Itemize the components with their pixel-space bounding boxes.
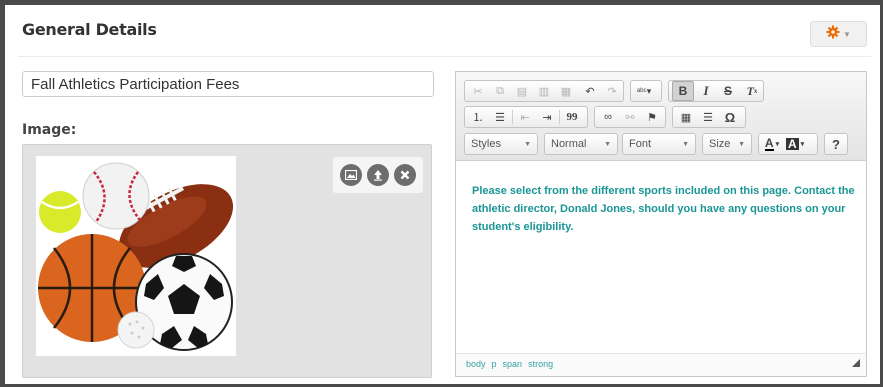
clipboard-group: ✂ ⧉ ▤ ▥ ▦ ↶ ↷ — [464, 80, 624, 102]
element-path-bar: body p span strong — [456, 353, 866, 376]
outdent-icon[interactable]: ⇤ — [515, 108, 535, 126]
unlink-icon[interactable]: ⚯ — [620, 108, 640, 126]
format-combo-label: Normal — [551, 138, 587, 150]
table-icon[interactable]: ▦ — [676, 108, 696, 126]
editor-content[interactable]: Please select from the different sports … — [472, 182, 857, 236]
bg-color-label: A — [786, 137, 799, 151]
separator — [559, 110, 560, 124]
chevron-down-icon: ▼ — [604, 140, 611, 148]
size-combo[interactable]: Size ▼ — [702, 133, 752, 155]
format-combo[interactable]: Normal ▼ — [544, 133, 618, 155]
insert-group: ▦ ☰ Ω — [672, 106, 746, 128]
indent-icon[interactable]: ⇥ — [537, 108, 557, 126]
title-input[interactable] — [22, 71, 434, 97]
gear-icon — [826, 25, 840, 44]
rich-text-editor[interactable]: ✂ ⧉ ▤ ▥ ▦ ↶ ↷ ᵃᵇᶜ▾ B I S Tx ⒈ ☰ ⇤ ⇥ 99 ∞… — [455, 71, 867, 377]
remove-format-icon[interactable]: Tx — [742, 82, 762, 100]
path-item[interactable]: span — [503, 359, 523, 369]
blockquote-icon[interactable]: 99 — [562, 108, 582, 126]
styles-combo[interactable]: Styles ▼ — [464, 133, 538, 155]
image-dropzone[interactable] — [22, 144, 432, 378]
sports-balls-image — [36, 156, 236, 356]
copy-icon[interactable]: ⧉ — [490, 82, 510, 100]
italic-button[interactable]: I — [696, 82, 716, 100]
window-frame-left — [0, 0, 5, 387]
undo-icon[interactable]: ↶ — [580, 82, 600, 100]
window-frame-top — [0, 0, 883, 5]
chevron-down-icon: ▼ — [843, 29, 851, 39]
help-button[interactable]: ? — [826, 135, 846, 153]
numbered-list-icon[interactable]: ⒈ — [468, 108, 488, 126]
image-actions — [333, 157, 423, 193]
paste-text-icon[interactable]: ▥ — [534, 82, 554, 100]
spellcheck-group: ᵃᵇᶜ▾ — [630, 80, 662, 102]
styles-combo-label: Styles — [471, 138, 501, 150]
color-group: A ▾ A ▾ — [758, 133, 818, 155]
chevron-down-icon: ▼ — [524, 140, 531, 148]
panel-title: General Details — [22, 20, 157, 39]
separator — [512, 110, 513, 124]
settings-menu-button[interactable]: ▼ — [810, 21, 867, 47]
image-label: Image: — [22, 122, 77, 138]
bulleted-list-icon[interactable]: ☰ — [490, 108, 510, 126]
resize-handle-icon[interactable] — [852, 354, 860, 372]
bold-button[interactable]: B — [672, 81, 694, 101]
bg-color-button[interactable]: A ▾ — [784, 135, 806, 153]
list-group: ⒈ ☰ ⇤ ⇥ 99 — [464, 106, 588, 128]
chevron-down-icon: ▼ — [682, 140, 689, 148]
path-item[interactable]: body — [466, 359, 486, 369]
image-icon[interactable] — [340, 164, 362, 186]
path-item[interactable]: strong — [528, 359, 553, 369]
strikethrough-button[interactable]: S — [718, 82, 738, 100]
special-char-button[interactable]: Ω — [720, 108, 740, 126]
editor-toolbar: ✂ ⧉ ▤ ▥ ▦ ↶ ↷ ᵃᵇᶜ▾ B I S Tx ⒈ ☰ ⇤ ⇥ 99 ∞… — [456, 72, 866, 161]
anchor-icon[interactable]: ⚑ — [642, 108, 662, 126]
font-combo-label: Font — [629, 138, 652, 150]
path-item[interactable]: p — [492, 359, 497, 369]
remove-icon[interactable] — [394, 164, 416, 186]
size-combo-label: Size — [709, 138, 731, 150]
paste-word-icon[interactable]: ▦ — [556, 82, 576, 100]
basic-styles-group: B I S Tx — [668, 80, 764, 102]
upload-icon[interactable] — [367, 164, 389, 186]
spellcheck-icon[interactable]: ᵃᵇᶜ▾ — [634, 82, 654, 100]
paste-icon[interactable]: ▤ — [512, 82, 532, 100]
link-group: ∞ ⚯ ⚑ — [594, 106, 666, 128]
font-combo[interactable]: Font ▼ — [622, 133, 696, 155]
help-group: ? — [824, 133, 848, 155]
chevron-down-icon: ▼ — [738, 140, 745, 148]
element-path: body p span strong — [466, 359, 553, 369]
text-color-button[interactable]: A ▾ — [762, 135, 782, 153]
text-color-label: A — [764, 136, 774, 151]
divider — [18, 56, 871, 57]
cut-icon[interactable]: ✂ — [468, 82, 488, 100]
redo-icon[interactable]: ↷ — [602, 82, 622, 100]
link-icon[interactable]: ∞ — [598, 108, 618, 126]
horizontal-rule-icon[interactable]: ☰ — [698, 108, 718, 126]
